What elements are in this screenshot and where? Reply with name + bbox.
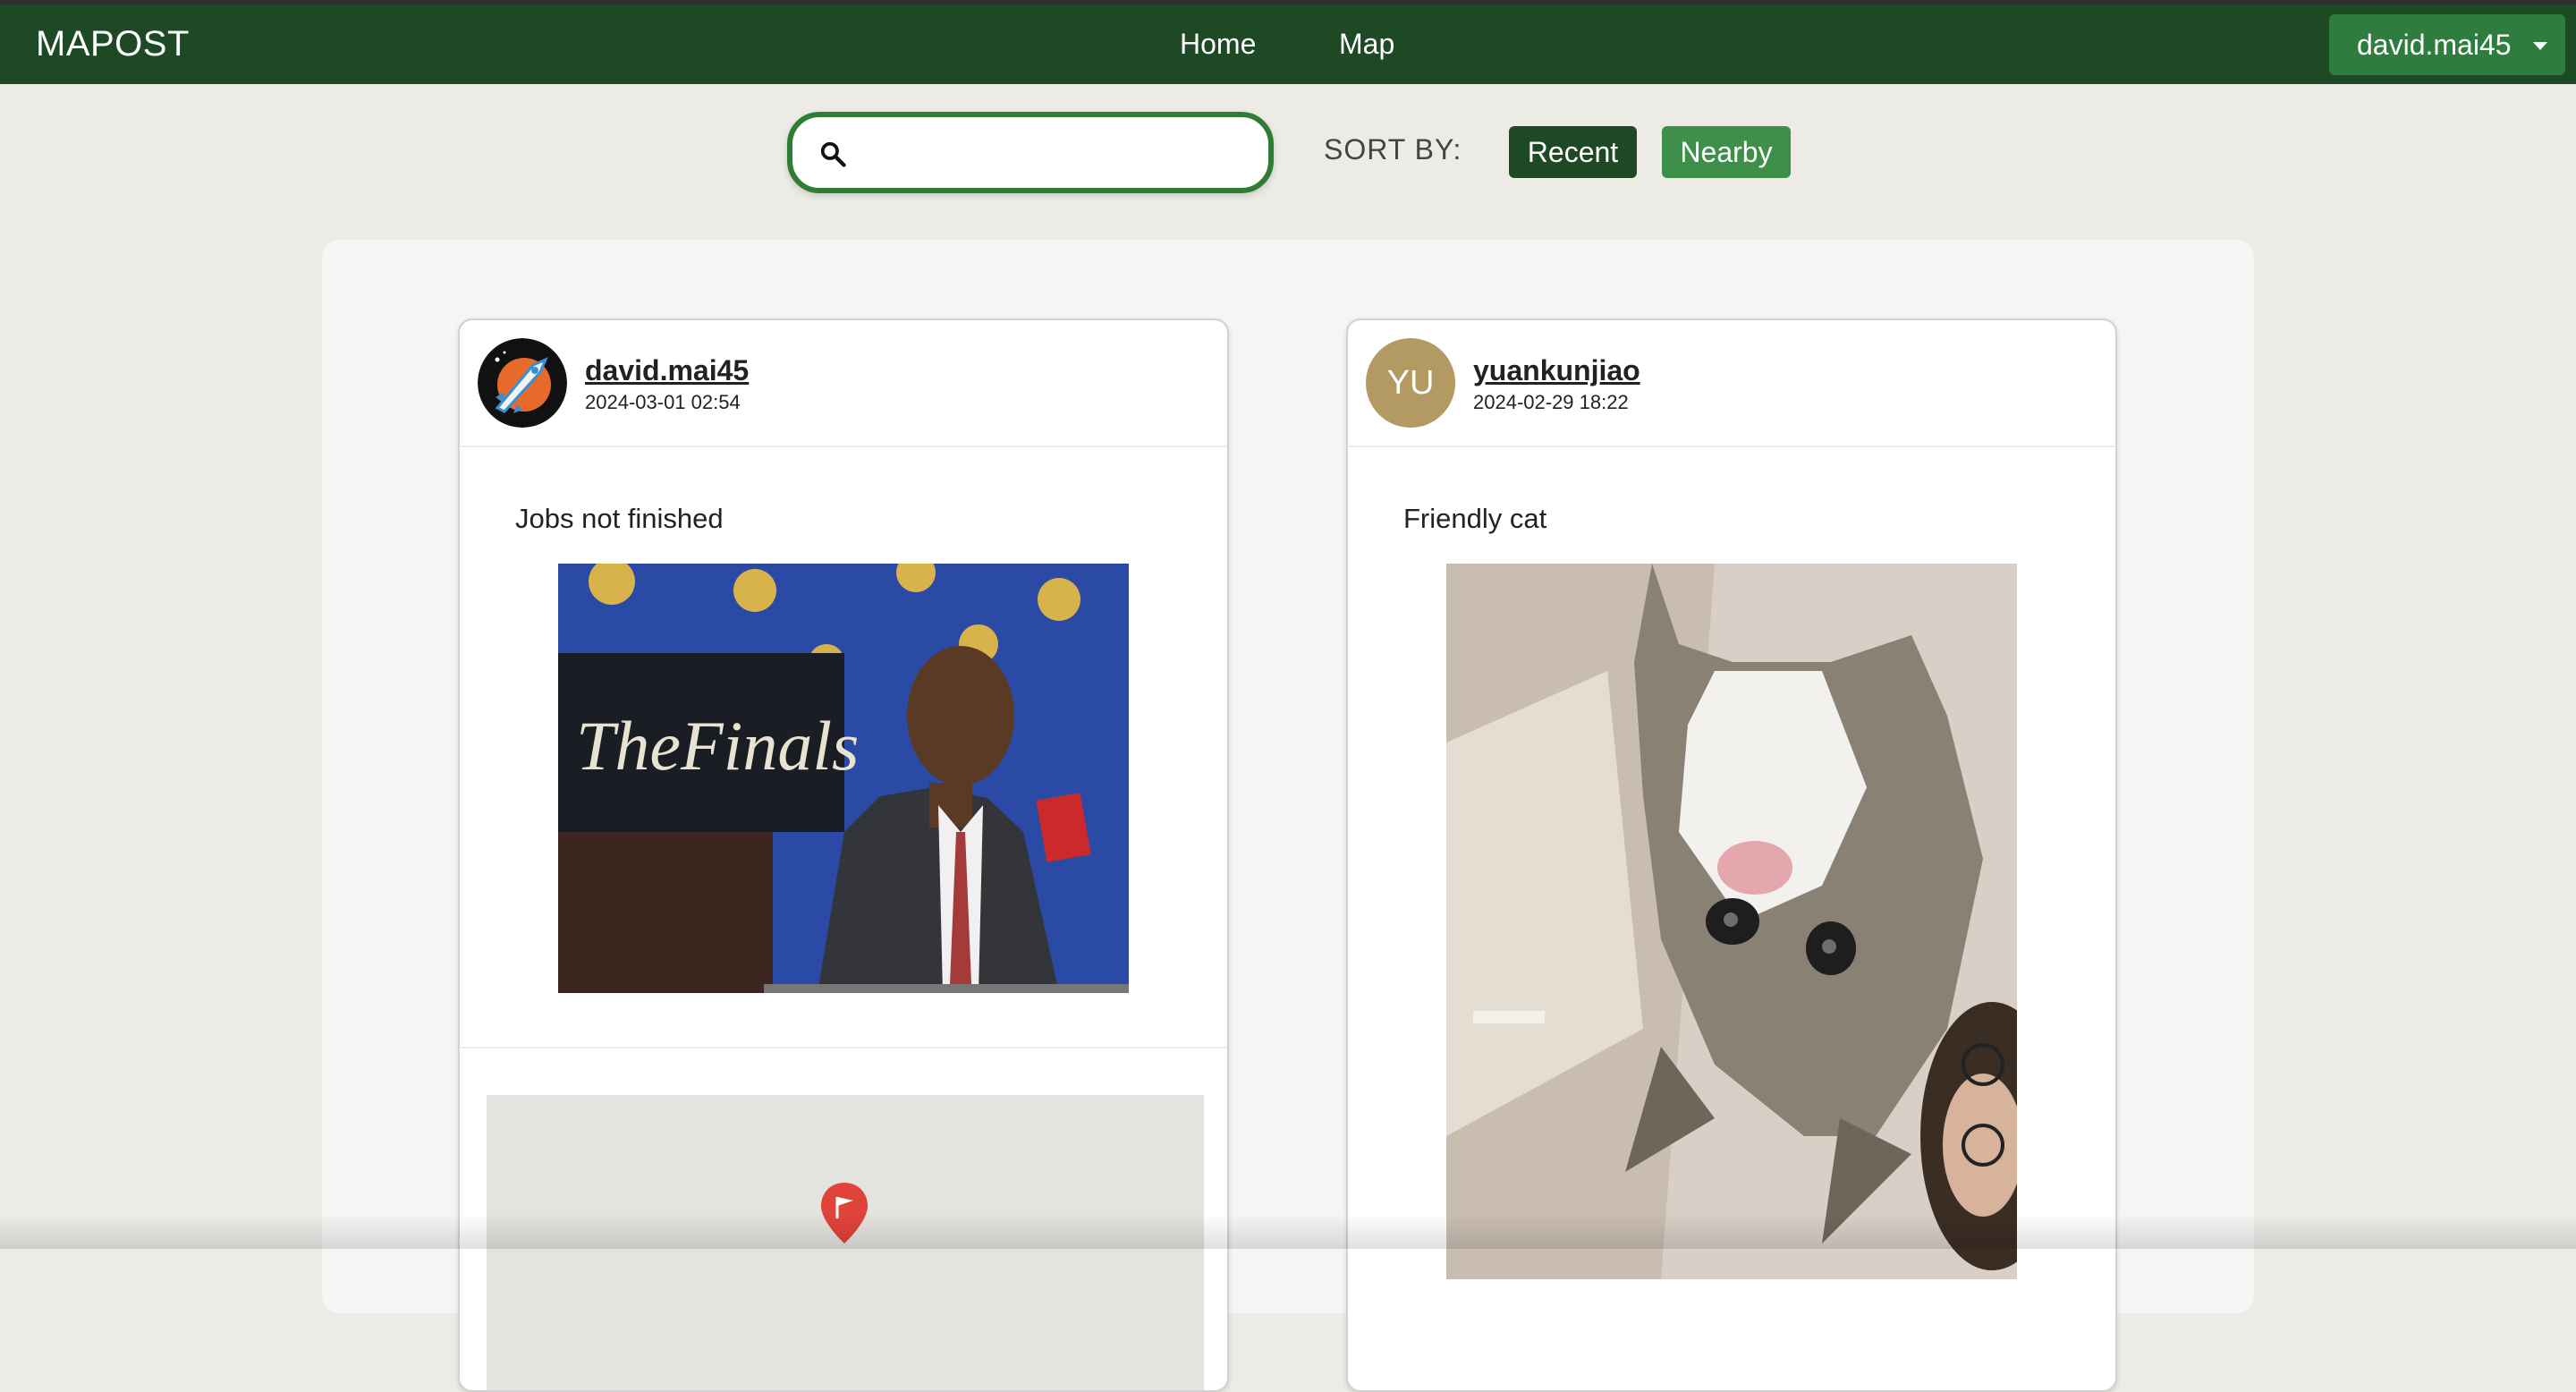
post-divider [460, 1047, 1227, 1048]
user-menu-button[interactable]: david.mai45 [2329, 14, 2565, 75]
rocket-logo-icon [478, 338, 567, 428]
brand-logo[interactable]: MAPOST [36, 4, 190, 84]
nav-map-link[interactable]: Map [1339, 4, 1394, 84]
top-navbar: MAPOST Home Map david.mai45 [0, 0, 2576, 84]
search-input[interactable] [862, 130, 1247, 174]
search-icon [820, 141, 846, 167]
svg-text:TheFinals: TheFinals [576, 707, 859, 785]
sort-recent-button[interactable]: Recent [1509, 126, 1637, 178]
cat-photo [1446, 564, 2017, 1279]
post-author-link[interactable]: yuankunjiao [1473, 354, 1640, 387]
post-timestamp: 2024-03-01 02:54 [585, 391, 741, 413]
post-caption: Friendly cat [1403, 503, 1547, 534]
nav-home-link[interactable]: Home [1180, 4, 1256, 84]
avatar[interactable] [478, 338, 567, 428]
post-header: YU yuankunjiao 2024-02-29 18:22 [1348, 320, 2115, 447]
sort-by-label: SORT BY: [1324, 133, 1462, 166]
chevron-down-icon [2533, 42, 2547, 50]
post-photo[interactable]: TheFinals [558, 564, 1129, 993]
post-header: david.mai45 2024-03-01 02:54 [460, 320, 1227, 447]
avatar[interactable]: YU [1366, 338, 1455, 428]
bottom-shadow [0, 1213, 2576, 1249]
post-author-link[interactable]: david.mai45 [585, 354, 749, 387]
user-menu-label: david.mai45 [2357, 29, 2512, 61]
post-timestamp: 2024-02-29 18:22 [1473, 391, 1629, 413]
post-photo[interactable] [1446, 564, 2017, 1279]
sort-nearby-button[interactable]: Nearby [1662, 126, 1791, 178]
press-conference-photo: TheFinals [558, 564, 1129, 993]
search-box[interactable] [787, 112, 1274, 193]
post-feed: david.mai45 2024-03-01 02:54 Jobs not fi… [322, 240, 2254, 1392]
post-caption: Jobs not finished [515, 503, 724, 534]
